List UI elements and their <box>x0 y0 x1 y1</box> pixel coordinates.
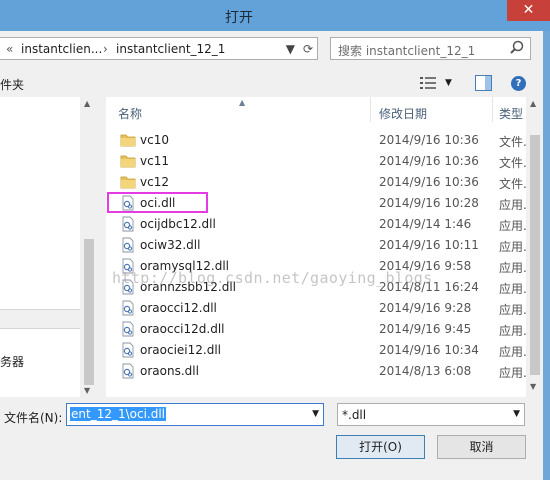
search-icon[interactable] <box>509 40 525 56</box>
dll-file-icon <box>120 216 136 232</box>
file-name: oraocci12.dll <box>140 301 217 315</box>
file-date: 2014/9/16 10:28 <box>379 196 479 210</box>
file-row[interactable]: oraocci12d.dll 2014/9/16 9:45 应用... <box>106 319 543 340</box>
file-date: 2014/9/16 9:28 <box>379 301 472 315</box>
preview-pane-icon[interactable] <box>475 75 492 91</box>
folder-icon <box>120 174 136 190</box>
breadcrumb-current[interactable]: instantclient_12_1 <box>116 42 225 56</box>
title-bar: 打开 ✕ <box>0 0 550 31</box>
file-row[interactable]: oraocci12.dll 2014/9/16 9:28 应用... <box>106 298 543 319</box>
file-type-value[interactable]: *.dll <box>342 408 366 422</box>
file-list-scroll-thumb[interactable] <box>530 135 540 375</box>
file-date: 2014/8/13 6:08 <box>379 364 472 378</box>
scroll-down-icon[interactable]: ▼ <box>530 382 536 391</box>
cancel-button[interactable]: 取消 <box>437 435 526 459</box>
file-row[interactable]: vc10 2014/9/16 10:36 文件... <box>106 130 543 151</box>
breadcrumb-separator[interactable]: › <box>103 42 108 56</box>
filename-value[interactable]: ent_12_1\oci.dll <box>70 407 167 421</box>
file-row[interactable]: oci.dll 2014/9/16 10:28 应用... <box>106 192 543 214</box>
window-title: 打开 <box>225 10 253 26</box>
file-name: oraons.dll <box>140 364 199 378</box>
file-date: 2014/9/16 9:45 <box>379 322 472 336</box>
nav-item[interactable] <box>0 309 80 329</box>
column-header-type[interactable]: 类型 <box>499 105 523 122</box>
file-name: oraocci12d.dll <box>140 322 225 336</box>
file-date: 2014/9/14 1:46 <box>379 217 472 231</box>
folder-icon <box>120 132 136 148</box>
refresh-icon[interactable]: ⟳ <box>303 42 313 56</box>
dll-file-icon <box>120 321 136 337</box>
file-name: vc11 <box>140 154 169 168</box>
new-folder-button[interactable]: 件夹 <box>0 76 24 93</box>
file-date: 2014/9/16 10:36 <box>379 175 479 189</box>
file-type-select[interactable]: *.dll ▼ <box>337 403 525 426</box>
file-date: 2014/9/16 10:36 <box>379 154 479 168</box>
file-date: 2014/9/16 10:36 <box>379 133 479 147</box>
file-row[interactable]: vc12 2014/9/16 10:36 文件... <box>106 172 543 193</box>
file-row[interactable]: oraociei12.dll 2014/9/16 10:34 应用... <box>106 340 543 361</box>
file-name: ociw32.dll <box>140 238 201 252</box>
filename-field[interactable]: ent_12_1\oci.dll ▼ <box>66 403 324 426</box>
scroll-up-icon[interactable]: ▲ <box>530 99 536 108</box>
help-icon[interactable]: ? <box>511 76 526 91</box>
dll-file-icon <box>120 300 136 316</box>
file-row[interactable]: ociw32.dll 2014/9/16 10:11 应用... <box>106 235 543 256</box>
file-name: vc12 <box>140 175 169 189</box>
search-box[interactable]: 搜索 instantclient_12_1 <box>330 37 531 60</box>
file-name: ocijdbc12.dll <box>140 217 216 231</box>
dll-file-icon <box>120 237 136 253</box>
breadcrumb-parent[interactable]: instantclien... <box>21 42 102 56</box>
file-row[interactable]: vc11 2014/9/16 10:36 文件... <box>106 151 543 172</box>
search-placeholder[interactable]: 搜索 instantclient_12_1 <box>338 42 475 59</box>
file-type-dropdown-icon[interactable]: ▼ <box>513 409 520 419</box>
address-bar[interactable]: « instantclien... › instantclient_12_1 ▼… <box>0 37 318 60</box>
scroll-up-icon[interactable]: ▲ <box>84 99 90 108</box>
open-button[interactable]: 打开(O) <box>336 435 425 459</box>
dll-file-icon <box>120 342 136 358</box>
dialog-body: « instantclien... › instantclient_12_1 ▼… <box>0 31 543 480</box>
file-date: 2014/9/16 10:34 <box>379 343 479 357</box>
file-name: oraociei12.dll <box>140 343 221 357</box>
address-dropdown-icon[interactable]: ▼ <box>286 42 295 56</box>
file-row[interactable]: oraons.dll 2014/8/13 6:08 应用... <box>106 361 543 382</box>
column-divider[interactable] <box>370 97 371 122</box>
column-header-date[interactable]: 修改日期 <box>379 105 427 122</box>
column-divider[interactable] <box>492 97 493 122</box>
navigation-pane: 务器 ▲ ▼ <box>0 97 97 397</box>
annotation-highlight-box <box>107 192 208 213</box>
watermark-text: http://blog.csdn.net/gaoying_blogs <box>112 269 433 287</box>
nav-scroll-thumb[interactable] <box>84 239 94 385</box>
nav-item-label[interactable]: 务器 <box>0 353 24 370</box>
view-options-icon[interactable] <box>420 76 436 90</box>
file-list: ▲ 名称 修改日期 类型 vc10 2014/9/16 10:36 文件... vc1… <box>106 97 543 397</box>
close-button[interactable]: ✕ <box>507 0 550 21</box>
file-date: 2014/9/16 10:11 <box>379 238 479 252</box>
folder-icon <box>120 153 136 169</box>
sort-ascending-icon: ▲ <box>239 98 246 107</box>
filename-label: 文件名(N): <box>4 411 63 425</box>
dll-file-icon <box>120 363 136 379</box>
file-row[interactable]: ocijdbc12.dll 2014/9/14 1:46 应用... <box>106 214 543 235</box>
scroll-down-icon[interactable]: ▼ <box>84 386 90 395</box>
file-name: vc10 <box>140 133 169 147</box>
filename-dropdown-icon[interactable]: ▼ <box>312 409 319 419</box>
command-bar: 件夹 ▼ ? <box>0 69 543 97</box>
overflow-chevron[interactable]: « <box>6 42 13 56</box>
column-header-name[interactable]: 名称 <box>118 105 142 122</box>
view-dropdown-icon[interactable]: ▼ <box>445 78 452 88</box>
